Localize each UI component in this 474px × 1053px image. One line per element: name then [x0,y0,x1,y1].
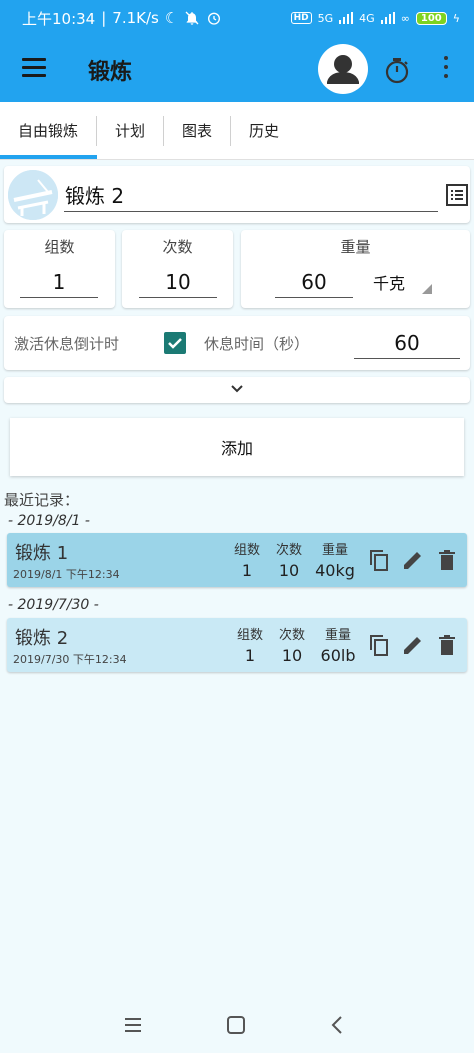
net-4g: 4G [359,11,375,25]
weight-card: 重量 千克 [241,230,470,308]
exercise-card [4,166,470,223]
log-weight: 重量 60lb [320,628,356,665]
rest-time-label: 休息时间（秒） [204,335,310,353]
system-nav-bar [0,995,474,1053]
sets-card: 组数 [4,230,115,308]
expand-options-button[interactable] [4,377,470,403]
delete-icon[interactable] [435,548,459,572]
status-bar: 上午10:34 | 7.1K/s ☾ HD 5G 4G ∞ 100 ϟ [0,0,474,36]
delete-icon[interactable] [435,633,459,657]
rest-countdown-checkbox[interactable] [164,332,186,354]
rest-time-input[interactable] [354,327,460,359]
edit-icon[interactable] [401,548,425,572]
tab-indicator [0,155,97,159]
tab-plan[interactable]: 计划 [97,116,163,146]
avatar[interactable] [318,44,368,94]
alarm-icon [208,12,221,25]
status-speed: 7.1K/s [112,9,159,27]
log-row[interactable]: 锻炼 2 2019/7/30 下午12:34 组数 1 次数 10 重量 60l… [7,618,467,672]
moon-icon: ☾ [164,9,179,27]
battery-icon: 100 [415,11,447,25]
tab-free-workout[interactable]: 自由锻炼 [0,116,96,146]
stopwatch-icon[interactable] [383,56,411,84]
home-icon[interactable] [226,1015,246,1035]
edit-icon[interactable] [401,633,425,657]
log-weight: 重量 40kg [315,543,355,580]
signal-icon-2 [380,12,395,24]
charging-icon: ϟ [452,11,460,25]
chevron-down-icon [231,385,243,393]
person-icon [327,55,359,84]
signal-icon [339,12,354,24]
log-sets: 组数 1 [233,543,260,580]
copy-icon[interactable] [367,633,391,657]
sets-input[interactable] [20,266,98,298]
exercise-thumbnail[interactable] [8,170,58,220]
menu-icon[interactable] [22,58,46,78]
log-exercise-name: 锻炼 1 [15,543,69,564]
log-reps: 次数 10 [278,628,305,665]
recent-apps-icon[interactable] [123,1015,143,1035]
reps-card: 次数 [122,230,233,308]
hd-badge: HD [290,12,312,24]
app-bar: 锻炼 [0,36,474,102]
more-vert-icon[interactable] [440,56,452,82]
bench-press-icon [8,170,58,220]
net-5g: 5G [317,11,334,25]
tab-bar: 自由锻炼 计划 图表 历史 [0,102,474,160]
reps-label: 次数 [162,238,193,256]
weight-label: 重量 [340,238,371,256]
rest-timer-card: 激活休息倒计时 休息时间（秒） [4,316,470,370]
log-sets: 组数 1 [236,628,263,665]
list-icon[interactable] [445,183,469,207]
add-button[interactable]: 添加 [10,418,464,476]
rest-countdown-label: 激活休息倒计时 [14,335,120,353]
tab-chart[interactable]: 图表 [164,116,230,146]
copy-icon[interactable] [367,548,391,572]
app-title: 锻炼 [88,60,133,85]
log-time: 2019/8/1 下午12:34 [13,568,120,581]
dropdown-arrow-icon [422,284,432,294]
tab-history[interactable]: 历史 [231,116,297,146]
recent-records-title: 最近记录： [4,491,80,509]
status-time: 上午10:34 [22,9,96,28]
link-icon: ∞ [400,11,410,25]
date-header: - 2019/7/30 - [8,597,99,613]
bell-off-icon [185,11,199,25]
date-header: - 2019/8/1 - [8,513,90,529]
exercise-name-input[interactable] [64,178,438,212]
log-row[interactable]: 锻炼 1 2019/8/1 下午12:34 组数 1 次数 10 重量 40kg [7,533,467,587]
reps-input[interactable] [139,266,217,298]
log-reps: 次数 10 [275,543,302,580]
check-icon [168,338,182,349]
sets-label: 组数 [44,238,75,256]
log-exercise-name: 锻炼 2 [15,628,69,649]
weight-input[interactable] [275,266,353,298]
back-icon[interactable] [328,1015,348,1035]
log-time: 2019/7/30 下午12:34 [13,653,127,666]
